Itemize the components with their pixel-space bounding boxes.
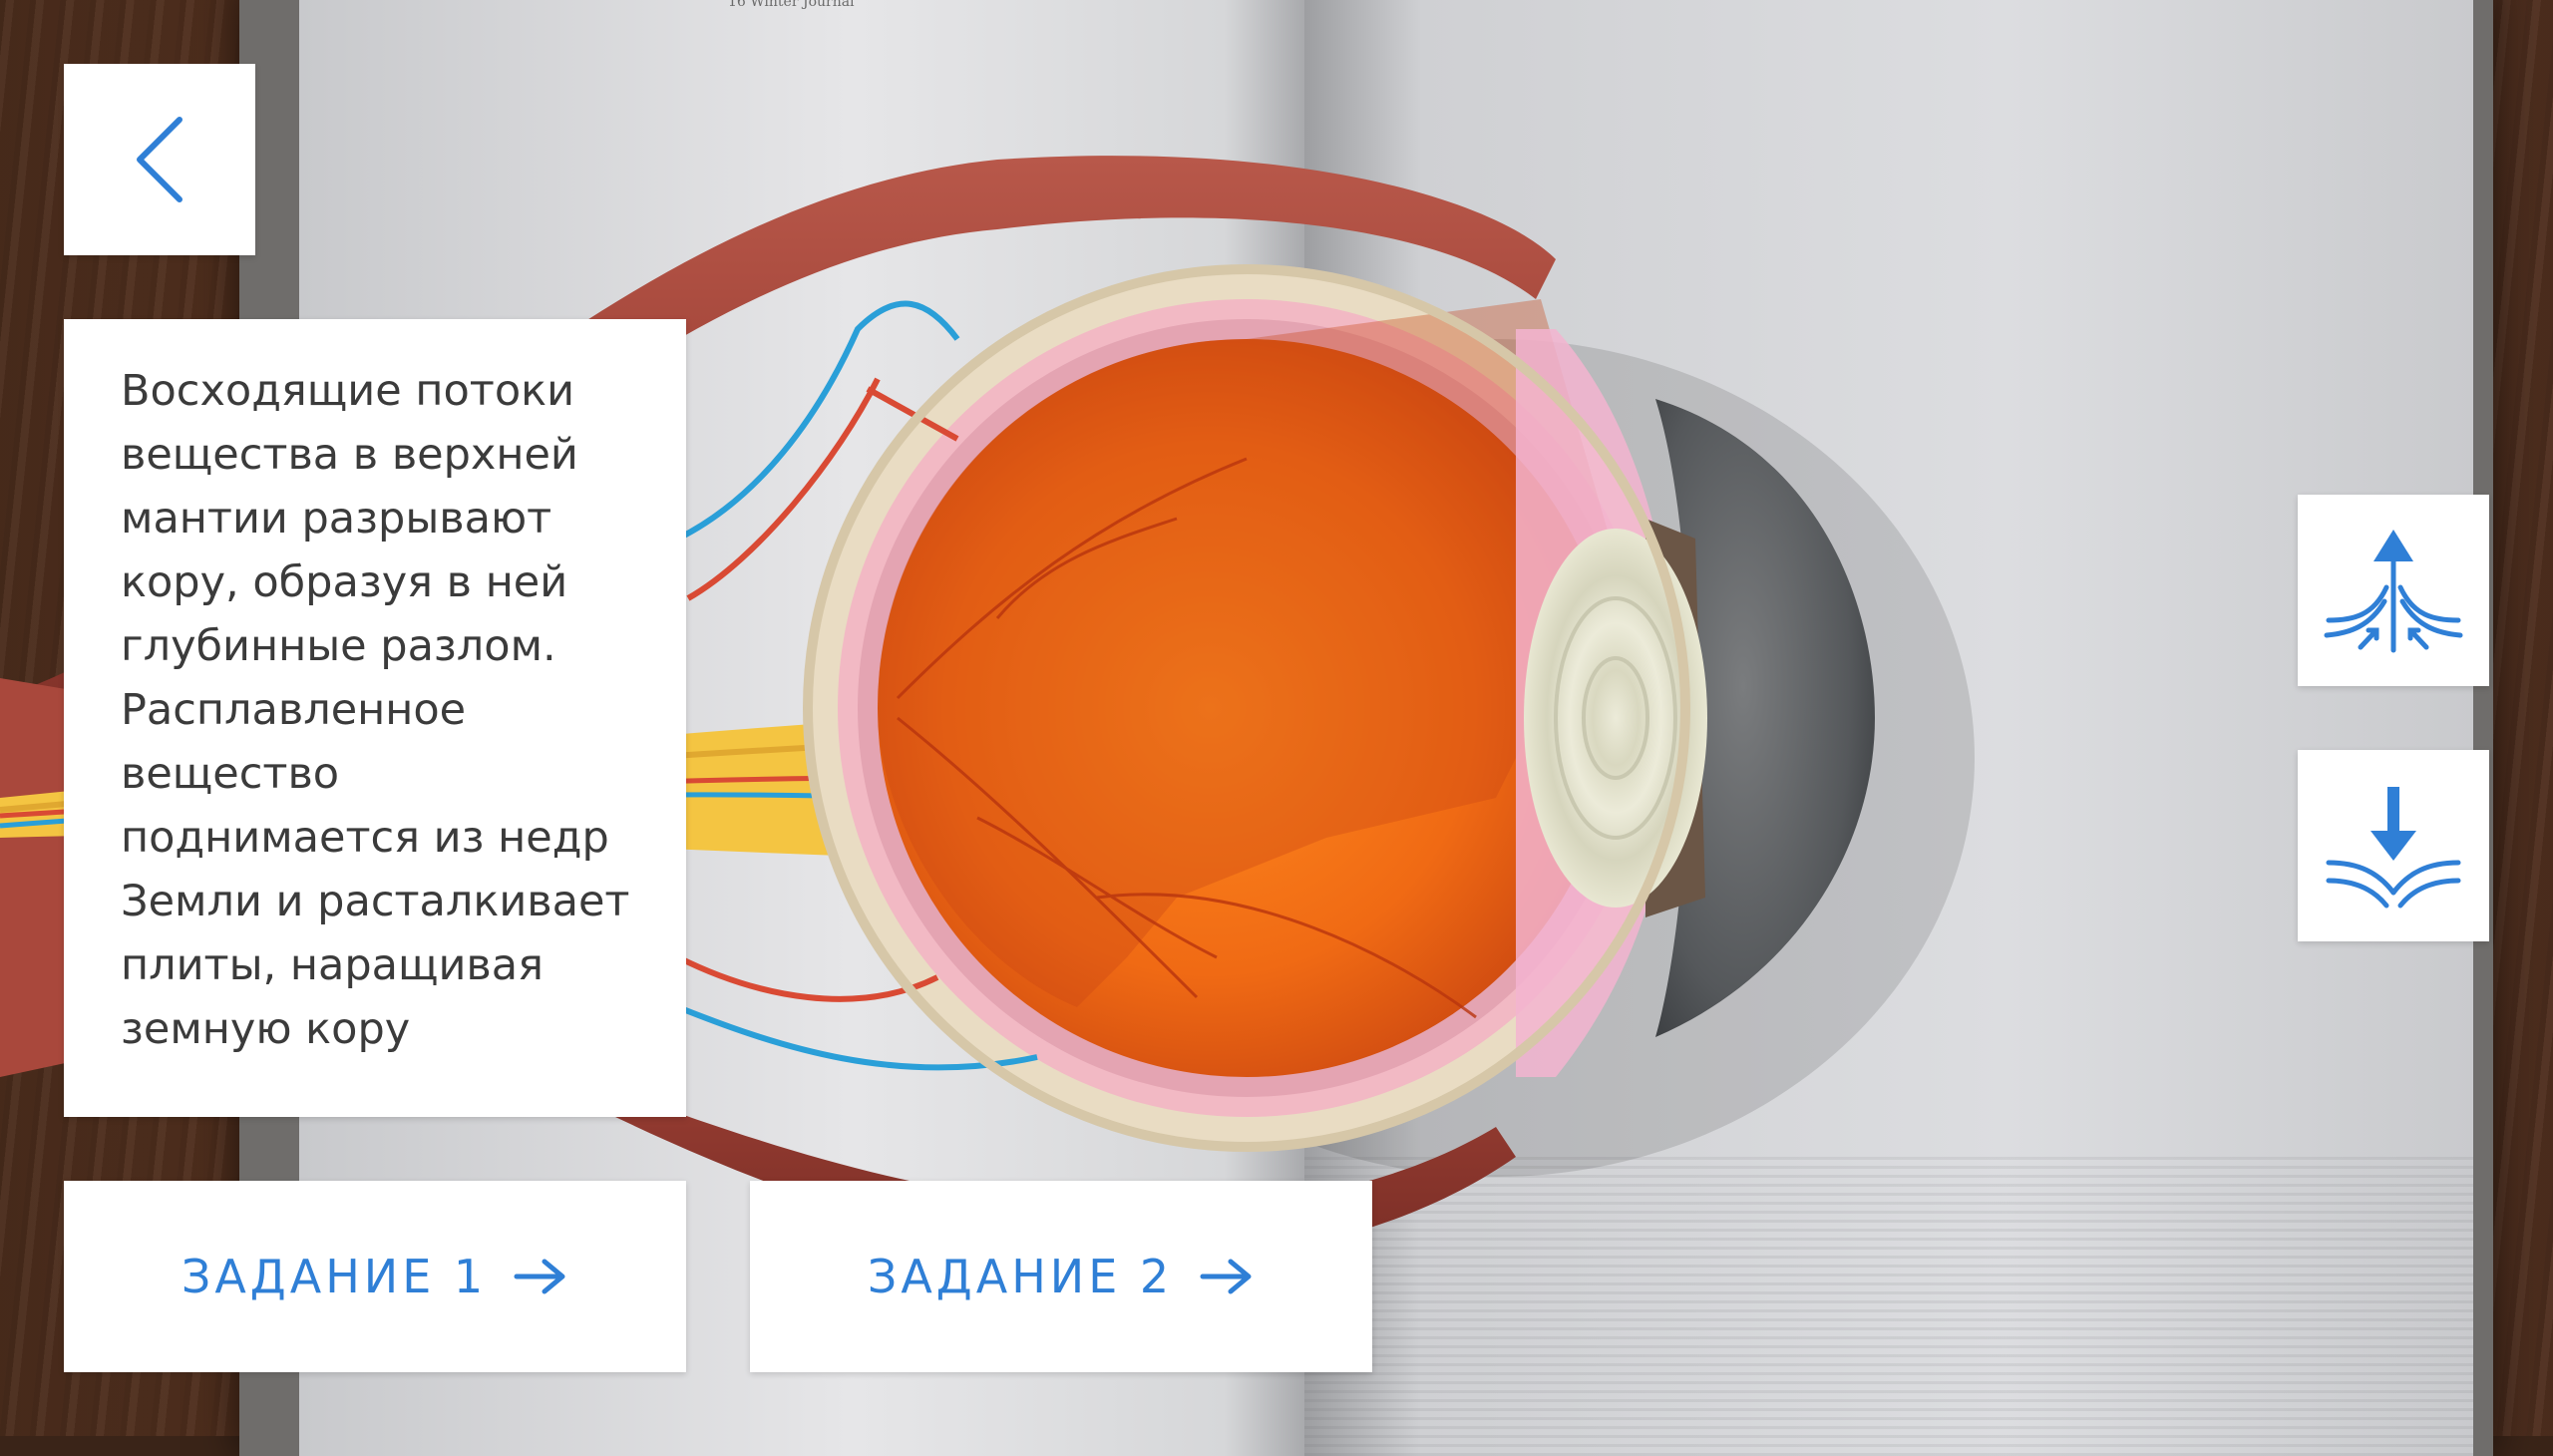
task-1-label: ЗАДАНИЕ 1 — [181, 1250, 488, 1303]
subduction-button[interactable] — [2298, 750, 2489, 941]
back-button[interactable] — [64, 64, 255, 255]
chevron-left-icon — [137, 117, 182, 202]
task-2-label: ЗАДАНИЕ 2 — [867, 1250, 1174, 1303]
info-text: Восходящие потоки вещества в верхней ман… — [121, 366, 630, 1054]
arrow-right-icon — [1200, 1259, 1252, 1294]
task-2-button[interactable]: ЗАДАНИЕ 2 — [750, 1181, 1372, 1372]
upwelling-button[interactable] — [2298, 495, 2489, 686]
info-card: Восходящие потоки вещества в верхней ман… — [64, 319, 686, 1117]
upwelling-arrow-icon — [2324, 530, 2463, 653]
subduction-arrow-icon — [2326, 787, 2461, 909]
task-1-button[interactable]: ЗАДАНИЕ 1 — [64, 1181, 686, 1372]
arrow-right-icon — [514, 1259, 565, 1294]
